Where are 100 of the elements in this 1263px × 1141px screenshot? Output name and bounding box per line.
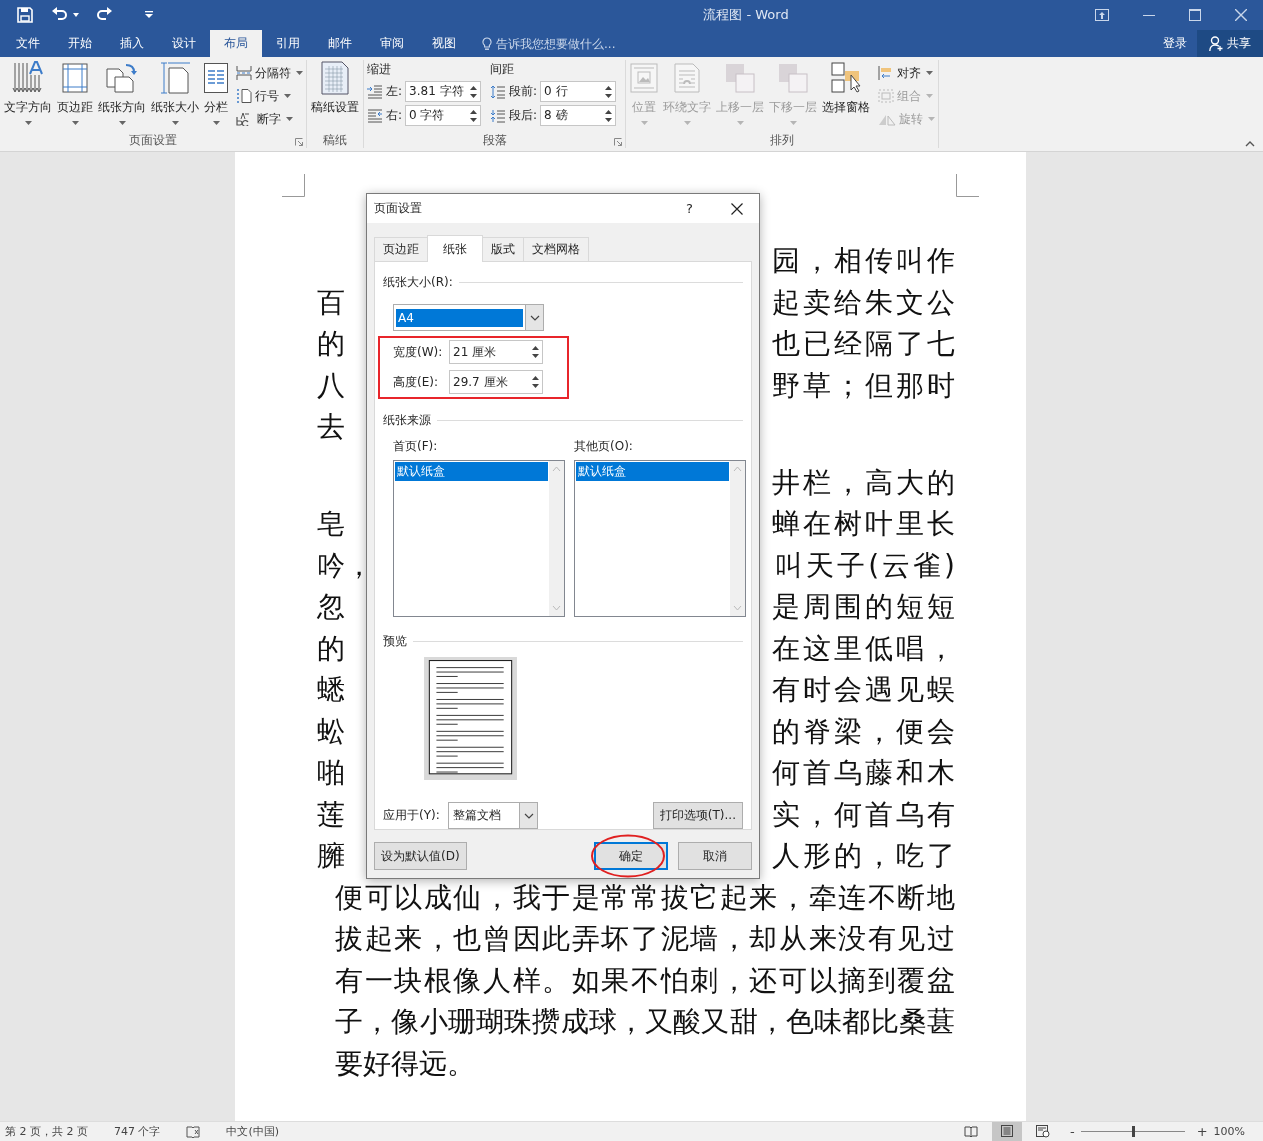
- columns-icon: [204, 63, 228, 93]
- proofing-icon[interactable]: [186, 1125, 201, 1138]
- share-button[interactable]: 共享: [1197, 30, 1263, 57]
- spacing-before-icon: [490, 84, 507, 99]
- zoom-level: 100%: [1213, 1125, 1245, 1138]
- text-fragment: 臃: [317, 838, 345, 874]
- print-options-button[interactable]: 打印选项(T)...: [652, 802, 743, 829]
- ribbon-tab[interactable]: 邮件: [314, 30, 366, 57]
- ribbon-tab[interactable]: 引用: [262, 30, 314, 57]
- section-heading: 缩进: [367, 61, 392, 78]
- spin-arrows-icon[interactable]: [469, 107, 479, 124]
- zoom-in-button[interactable]: +: [1196, 1124, 1208, 1139]
- close-icon[interactable]: [731, 202, 743, 215]
- list-item[interactable]: 默认纸盒: [576, 462, 729, 481]
- rotate-icon: [878, 112, 897, 126]
- ribbon-tab[interactable]: 设计: [158, 30, 210, 57]
- ribbon-tab[interactable]: 文件: [2, 30, 54, 57]
- text-fragment: 起卖给朱文公: [772, 284, 958, 321]
- scroll-bar[interactable]: [730, 461, 745, 616]
- spin-field[interactable]: 0 字符: [405, 105, 482, 126]
- lightbulb-icon[interactable]: [482, 36, 492, 51]
- ribbon-button[interactable]: 断字: [236, 110, 303, 128]
- help-button[interactable]: ?: [686, 201, 693, 216]
- zoom-out-button[interactable]: -: [1069, 1124, 1075, 1139]
- ribbon-button[interactable]: 纸张大小: [150, 60, 200, 125]
- spin-arrows-icon[interactable]: [469, 83, 479, 100]
- dialog-button[interactable]: 设为默认值(D): [374, 842, 467, 870]
- caret-icon: [683, 121, 691, 125]
- spin-field[interactable]: 0 行: [540, 81, 617, 102]
- text-direction-icon: [12, 61, 44, 95]
- spin-arrows-icon[interactable]: [604, 107, 614, 124]
- ribbon-button[interactable]: 分隔符: [236, 64, 303, 82]
- ribbon-tab[interactable]: 开始: [54, 30, 106, 57]
- text-line: 拔起来，也曾因此弄坏了泥墙，却从来没有见过: [335, 921, 955, 957]
- ribbon-tab[interactable]: 审阅: [366, 30, 418, 57]
- dialog-tab[interactable]: 页边距: [374, 237, 428, 261]
- slider-thumb[interactable]: [1131, 1126, 1135, 1137]
- text-fragment: 蟋: [317, 672, 345, 708]
- maximize-icon[interactable]: [1189, 9, 1201, 21]
- undo-icon[interactable]: [51, 7, 69, 23]
- dialog-tab[interactable]: 纸张: [427, 235, 483, 262]
- text-fragment: 人形的，吃了: [772, 838, 958, 874]
- ribbon-button[interactable]: 稿纸设置: [310, 60, 360, 115]
- ribbon-tab[interactable]: 视图: [418, 30, 470, 57]
- spin-field[interactable]: 3.81 字符: [405, 81, 482, 102]
- group-label: 排列: [770, 131, 795, 149]
- ribbon-button[interactable]: 行号: [236, 87, 303, 105]
- ribbon-display-icon[interactable]: [1095, 9, 1109, 21]
- text-fragment: 在这里低唱，: [772, 630, 958, 667]
- ribbon-tab[interactable]: 布局: [210, 30, 262, 57]
- text-fragment: 的: [317, 326, 345, 362]
- save-icon[interactable]: [17, 7, 33, 23]
- person-icon: [1209, 36, 1223, 51]
- spin-field[interactable]: 21 厘米: [449, 340, 543, 364]
- list-label: 首页(F):: [393, 438, 439, 455]
- ribbon-button[interactable]: 选择窗格: [821, 60, 872, 115]
- text-fragment: 八: [317, 367, 345, 404]
- dialog-tab[interactable]: 文档网格: [523, 237, 589, 261]
- dialog-button[interactable]: 取消: [678, 842, 752, 870]
- dialog-button[interactable]: 确定: [594, 842, 668, 870]
- position-icon: [630, 63, 659, 93]
- sign-in-link[interactable]: 登录: [1153, 30, 1197, 57]
- ribbon-button[interactable]: 分栏: [203, 60, 229, 125]
- view-button[interactable]: [991, 1122, 1022, 1141]
- spin-arrows-icon[interactable]: [531, 374, 540, 390]
- tell-me-field[interactable]: 告诉我您想要做什么...: [496, 36, 646, 51]
- dropdown[interactable]: 整篇文档: [448, 802, 538, 829]
- field-label: 高度(E):: [393, 373, 439, 391]
- collapse-ribbon-icon[interactable]: [1245, 141, 1255, 147]
- text-fragment: 啪: [317, 755, 345, 791]
- group-label: 段落: [482, 131, 507, 149]
- dropdown[interactable]: A4: [393, 304, 544, 331]
- ribbon-button[interactable]: 纸张方向: [97, 60, 147, 125]
- text-fragment: 去: [317, 409, 345, 445]
- dialog-launcher-icon[interactable]: [614, 138, 623, 146]
- list-item[interactable]: 默认纸盒: [395, 462, 548, 481]
- ribbon-button[interactable]: 文字方向: [3, 60, 53, 125]
- redo-icon[interactable]: [95, 7, 113, 23]
- scroll-bar[interactable]: [549, 461, 564, 616]
- caret-icon: [212, 121, 220, 125]
- caret-icon: [640, 121, 648, 125]
- send-backward-icon: [778, 63, 809, 93]
- text-fragment: 蝉在树叶里长: [772, 506, 958, 542]
- ribbon-button[interactable]: 页边距: [56, 60, 94, 125]
- wrap-text-icon: [674, 63, 701, 93]
- ribbon-button[interactable]: 对齐: [878, 64, 936, 82]
- spin-arrows-icon[interactable]: [531, 344, 540, 360]
- text-fragment: 也已经隔了七: [772, 326, 958, 362]
- text-fragment: 何首乌藤和木: [772, 755, 958, 791]
- ribbon-tab[interactable]: 插入: [106, 30, 158, 57]
- caret-icon: [286, 117, 293, 121]
- dialog-launcher-icon[interactable]: [295, 138, 303, 146]
- caret-icon[interactable]: [73, 13, 79, 17]
- customize-toolbar-icon[interactable]: [145, 11, 153, 19]
- spin-field[interactable]: 29.7 厘米: [449, 370, 543, 394]
- indent-right-icon: [367, 108, 383, 123]
- margins-icon: [62, 63, 88, 93]
- spin-field[interactable]: 8 磅: [540, 105, 617, 126]
- language-label: 中文(中国): [226, 1124, 280, 1139]
- spin-arrows-icon[interactable]: [604, 83, 614, 100]
